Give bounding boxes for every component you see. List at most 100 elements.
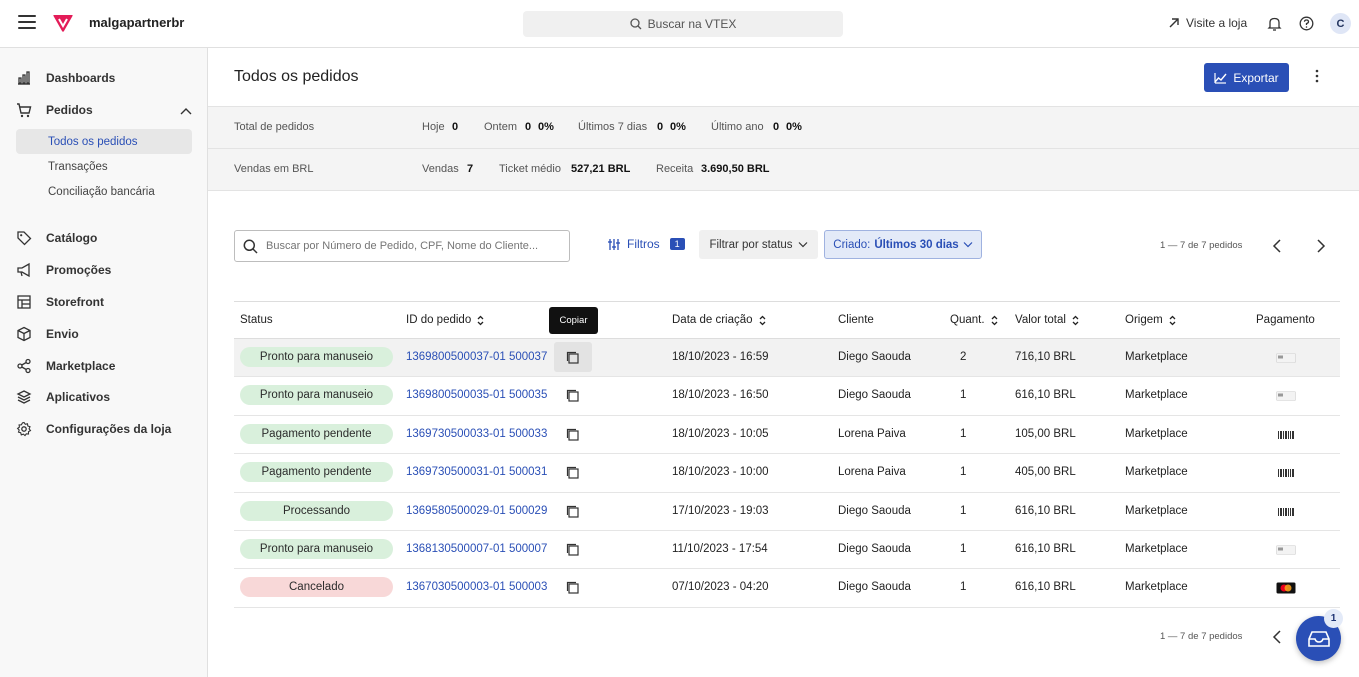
column-header-id[interactable]: ID do pedido [406,314,484,326]
sidebar-item-envio[interactable]: Envio [16,326,79,342]
sort-icon [1072,315,1079,325]
layout-icon [17,295,31,309]
sidebar-item-label: Marketplace [46,359,116,373]
menu-icon[interactable] [18,15,36,31]
barcode-icon [1278,469,1294,478]
chevron-up-icon[interactable] [180,106,192,116]
share-icon [17,358,31,374]
order-id-link[interactable]: 1368130500007-01 500007 [406,543,547,555]
order-id-link[interactable]: 1369580500029-01 500029 [406,505,547,517]
client-name: Diego Saouda [838,351,911,363]
order-quantity: 1 [960,427,967,440]
store-name[interactable]: malgapartnerbr [89,15,184,30]
table-row[interactable]: Processando 1369580500029-01 500029 17/10/… [234,493,1340,531]
copy-icon[interactable] [566,505,580,519]
chevron-left-icon[interactable] [1270,629,1286,645]
filters-button[interactable]: Filtros 1 [607,237,685,251]
status-filter-dropdown[interactable]: Filtrar por status [699,230,818,259]
table-row[interactable]: Pagamento pendente 1369730500033-01 50003… [234,416,1340,455]
receita-value: 3.690,50 BRL [701,163,770,175]
table-row[interactable]: Pagamento pendente 1369730500031-01 50003… [234,454,1340,493]
sidebar-item-dashboards[interactable]: Dashboards [16,70,115,86]
copy-icon[interactable] [566,543,580,557]
order-search-input[interactable] [266,240,556,252]
column-header-date[interactable]: Data de criação [672,314,766,326]
sort-icon [991,315,997,325]
copy-icon[interactable] [566,351,580,365]
receita-label: Receita [656,163,694,175]
bell-icon[interactable] [1267,16,1282,31]
global-search-placeholder: Buscar na VTEX [647,17,737,31]
sidebar-subitem-todos-pedidos[interactable]: Todos os pedidos [16,129,192,154]
order-date: 17/10/2023 - 19:03 [672,504,769,517]
week-value: 0 [657,121,664,133]
sliders-icon [608,238,620,250]
sidebar-item-label: Dashboards [46,71,116,85]
sidebar-subitem-conciliacao[interactable]: Conciliação bancária [16,179,192,204]
status-badge: Pronto para manuseio [240,385,393,406]
copy-icon[interactable] [566,389,580,403]
order-quantity: 1 [960,504,967,517]
order-total: 716,10 BRL [1015,351,1076,363]
today-value: 0 [452,121,459,133]
order-origin: Marketplace [1125,581,1188,594]
date-filter-dropdown[interactable]: Criado: Últimos 30 dias [824,230,982,259]
column-header-total[interactable]: Valor total [1015,314,1079,326]
sidebar-item-marketplace[interactable]: Marketplace [16,358,115,374]
column-header-id-label: ID do pedido [406,314,472,326]
sidebar-item-label: Envio [46,327,79,341]
filters-count-badge: 1 [669,238,685,250]
pager-text-bottom: 1 — 7 de 7 pedidos [1160,631,1243,642]
more-options-icon[interactable] [1315,69,1319,83]
help-icon[interactable] [1299,16,1314,31]
order-id-link[interactable]: 1369800500037-01 500037 [406,351,547,363]
column-header-origin[interactable]: Origem [1125,314,1176,326]
global-search-input[interactable]: Buscar na VTEX [523,11,843,37]
sidebar-item-label: Storefront [46,295,104,309]
year-label: Último ano [711,121,764,133]
order-id-link[interactable]: 1369730500033-01 500033 [406,428,547,440]
sidebar-item-storefront[interactable]: Storefront [16,294,104,310]
column-header-client: Cliente [838,314,874,326]
visit-store-link[interactable]: Visite a loja [1168,16,1247,30]
chevron-right-icon[interactable] [1312,238,1328,254]
column-header-origin-label: Origem [1125,314,1163,326]
order-origin: Marketplace [1125,542,1188,555]
chevron-down-icon [798,242,807,248]
megaphone-icon [17,262,30,278]
date-filter-prefix: Criado: [833,238,871,251]
status-badge: Pagamento pendente [240,462,393,483]
order-origin: Marketplace [1125,504,1188,517]
client-name: Diego Saouda [838,389,911,402]
today-label: Hoje [422,121,445,133]
user-avatar[interactable]: C [1330,13,1351,34]
table-row[interactable]: Pronto para manuseio 1368130500007-01 500… [234,531,1340,570]
sidebar-item-label: Catálogo [46,231,98,245]
table-row[interactable]: Pronto para manuseio 1369800500035-01 500… [234,377,1340,416]
sidebar-item-pedidos[interactable]: Pedidos [16,102,93,118]
client-name: Lorena Paiva [838,427,906,440]
order-id-link[interactable]: 1369800500035-01 500035 [406,389,547,401]
sidebar-subitem-transacoes[interactable]: Transações [16,154,192,179]
order-total: 616,10 BRL [1015,581,1076,594]
column-header-qty[interactable]: Quant. [950,314,998,326]
order-search-field[interactable] [234,230,570,262]
copy-icon[interactable] [566,466,580,480]
sidebar-item-promocoes[interactable]: Promoções [16,262,111,278]
order-id-link[interactable]: 1367030500003-01 500003 [406,581,547,593]
copy-icon[interactable] [566,428,580,442]
order-id-link[interactable]: 1369730500031-01 500031 [406,466,547,478]
sidebar-item-configuracoes[interactable]: Configurações da loja [16,421,171,437]
sidebar-item-aplicativos[interactable]: Aplicativos [16,389,110,405]
chevron-left-icon[interactable] [1270,238,1286,254]
order-origin: Marketplace [1125,351,1188,363]
copy-icon[interactable] [566,581,580,595]
export-button[interactable]: Exportar [1204,63,1289,92]
chart-icon [18,71,30,85]
sidebar-item-catalogo[interactable]: Catálogo [16,230,97,246]
table-row[interactable]: Pronto para manuseio 1369800500037-01 500… [234,339,1340,378]
status-badge: Cancelado [240,577,393,598]
vtex-logo[interactable] [52,12,74,34]
table-row[interactable]: Cancelado 1367030500003-01 500003 07/10/20… [234,569,1340,608]
column-header-payment: Pagamento [1256,314,1315,326]
